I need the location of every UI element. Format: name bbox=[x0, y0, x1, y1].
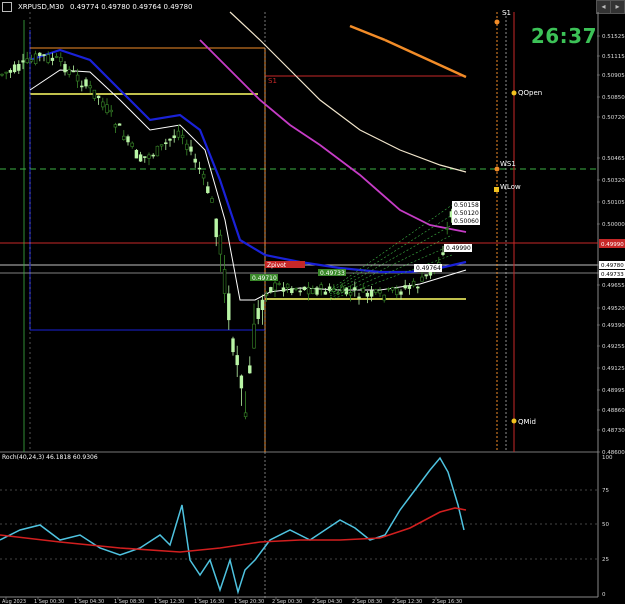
price-axis-label: 0.49390 bbox=[602, 323, 625, 329]
indicator-axis-label: 75 bbox=[602, 488, 609, 494]
qopen-marker[interactable] bbox=[511, 90, 517, 96]
moving-averages bbox=[29, 11, 467, 301]
svg-text:0.50120: 0.50120 bbox=[454, 210, 479, 217]
ws1-marker[interactable] bbox=[494, 166, 500, 172]
price-axis-label: 0.51525 bbox=[602, 34, 625, 40]
svg-text:0.49764: 0.49764 bbox=[416, 265, 441, 272]
price-axis-label: 0.48860 bbox=[602, 408, 625, 414]
time-axis-label: 2 Sep 08:30 bbox=[352, 599, 382, 604]
price-tag-bid-label: 0.49780 bbox=[601, 263, 624, 269]
orange-trendline-2[interactable] bbox=[349, 24, 386, 42]
price-axis-label: 0.50905 bbox=[602, 73, 625, 79]
price-axis-label: 0.50465 bbox=[602, 156, 625, 162]
price-axis-label: 0.49125 bbox=[602, 366, 625, 372]
svg-text:Zpivot: Zpivot bbox=[267, 262, 287, 269]
indicator-label: Roch(40,24,3) 46.1818 60.9306 bbox=[2, 454, 98, 461]
price-axis-label: 0.49520 bbox=[602, 306, 625, 312]
price-axis-label: 0.50105 bbox=[602, 200, 625, 206]
indicator-axis-label: 100 bbox=[602, 455, 613, 461]
price-axis-label: 0.50320 bbox=[602, 178, 625, 184]
time-axis-label: 2 Sep 00:30 bbox=[272, 599, 302, 604]
price-tag-red-label: 0.49990 bbox=[601, 242, 624, 248]
fan-lines bbox=[329, 204, 453, 301]
indicator-axis-label: 0 bbox=[602, 592, 606, 598]
svg-text:0.50158: 0.50158 bbox=[454, 202, 479, 209]
candles bbox=[0, 50, 462, 420]
time-axis-label: 2 Sep 12:30 bbox=[392, 599, 422, 604]
indicator-axis-label: 50 bbox=[602, 522, 609, 528]
time-axis-label: 1 Sep 12:30 bbox=[154, 599, 184, 604]
price-axis-label: 0.49255 bbox=[602, 344, 625, 350]
indicator-axis-label: 25 bbox=[602, 557, 609, 563]
qopen-label: QOpen bbox=[518, 89, 542, 97]
top-level-label: S1 bbox=[502, 9, 511, 17]
price-axis-label: 0.48730 bbox=[602, 428, 625, 434]
time-axis-label: 2 Sep 16:30 bbox=[432, 599, 462, 604]
svg-text:0.49990: 0.49990 bbox=[446, 245, 471, 252]
wlow-marker[interactable] bbox=[494, 187, 499, 192]
indicator-axis: 100 75 50 25 0 bbox=[602, 455, 613, 598]
qmid-label: QMid bbox=[518, 418, 536, 426]
top-marker[interactable] bbox=[494, 19, 500, 25]
price-axis-label: 0.49655 bbox=[602, 283, 625, 289]
price-tag-ask-label: 0.49733 bbox=[601, 272, 624, 278]
price-chart[interactable]: QOpen WS1 WLow QMid S1 S1 0.50158 0.5012… bbox=[0, 0, 625, 604]
indicator-grid bbox=[0, 489, 598, 560]
orange-trendline[interactable] bbox=[384, 38, 467, 79]
wlow-label: WLow bbox=[500, 183, 521, 191]
svg-text:0.49710: 0.49710 bbox=[252, 275, 277, 282]
ws1-label: WS1 bbox=[500, 160, 516, 168]
price-axis-label: 0.48995 bbox=[602, 388, 625, 394]
time-axis-label: 1 Sep 00:30 bbox=[34, 599, 64, 604]
time-axis-label: Aug 2023 bbox=[2, 599, 26, 604]
chart-window[interactable]: XRPUSD,M30 0.49774 0.49780 0.49764 0.497… bbox=[0, 0, 625, 604]
time-axis[interactable]: Aug 2023 1 Sep 00:30 1 Sep 04:30 1 Sep 08:3… bbox=[2, 597, 462, 604]
time-axis-label: 2 Sep 04:30 bbox=[312, 599, 342, 604]
price-axis-label: 0.51115 bbox=[602, 54, 625, 60]
time-axis-label: 1 Sep 08:30 bbox=[114, 599, 144, 604]
time-axis-label: 1 Sep 16:30 bbox=[194, 599, 224, 604]
qmid-marker[interactable] bbox=[511, 418, 517, 424]
price-axis-label: 0.50000 bbox=[602, 222, 625, 228]
price-axis-label: 0.50850 bbox=[602, 95, 625, 101]
svg-text:0.49733: 0.49733 bbox=[320, 270, 345, 277]
svg-text:0.50060: 0.50060 bbox=[454, 218, 479, 225]
time-axis-label: 1 Sep 04:30 bbox=[74, 599, 104, 604]
price-axis-label: 0.50720 bbox=[602, 115, 625, 121]
oscillator bbox=[0, 456, 467, 595]
time-axis-label: 1 Sep 20:30 bbox=[234, 599, 264, 604]
s1-label: S1 bbox=[268, 77, 277, 85]
